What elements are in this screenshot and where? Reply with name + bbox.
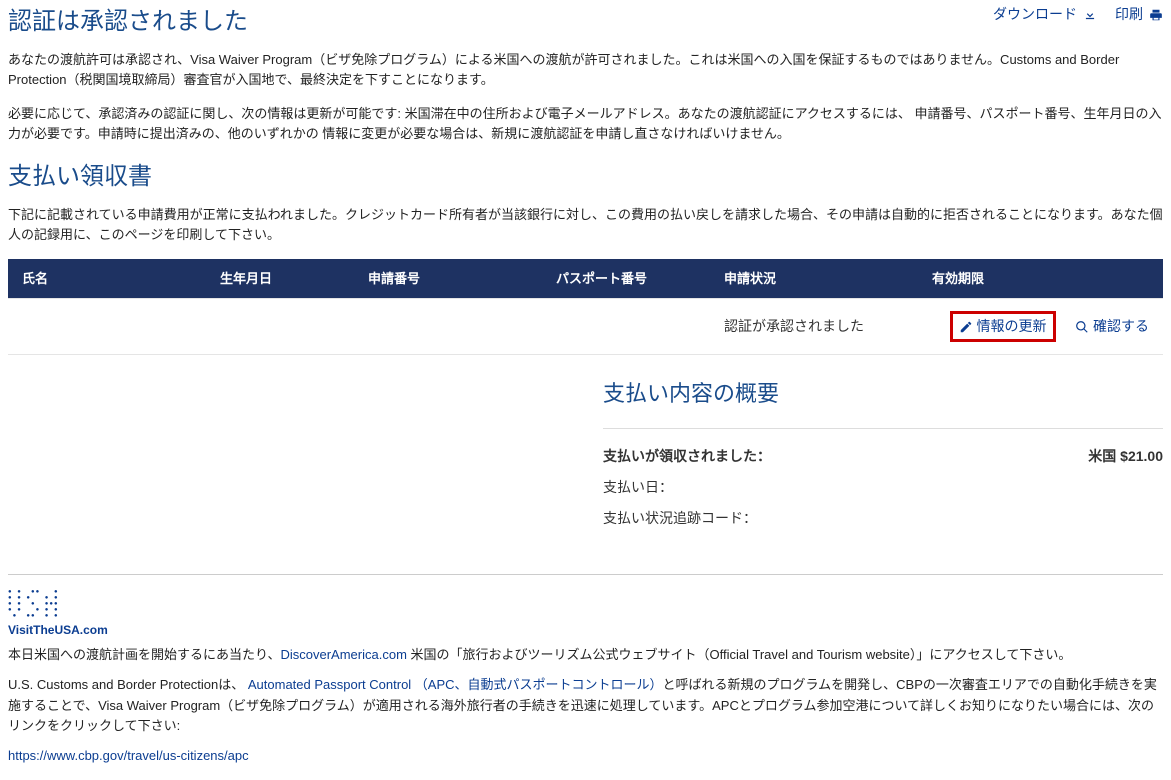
cell-passport [542,299,710,355]
visit-usa-logo[interactable]: ● ● ●● ● ● ● ● ● ● ● ● ● ●●● ● ● ● ● ● ●… [8,589,118,641]
confirm-button[interactable]: 確認する [1075,316,1149,337]
update-info-label: 情報の更新 [977,316,1047,337]
summary-title: 支払い内容の概要 [603,377,1163,410]
print-label: 印刷 [1115,4,1143,25]
logo-caption: VisitTheUSA.com [8,621,118,639]
th-appnum: 申請番号 [354,259,542,299]
auth-title: 認証は承認されました [8,4,1163,40]
auth-paragraph-1: あなたの渡航許可は承認され、Visa Waiver Program（ビザ免除プロ… [8,50,1163,90]
cell-status: 認証が承認されました [710,299,918,355]
apc-url-link[interactable]: https://www.cbp.gov/travel/us-citizens/a… [8,748,249,763]
confirm-label: 確認する [1093,316,1149,337]
footer-paragraph-2: U.S. Customs and Border Protectionは、 Aut… [8,675,1163,735]
cell-appnum [354,299,542,355]
download-label: ダウンロード [993,4,1077,25]
summary-date-label: 支払い日： [603,477,673,498]
th-status: 申請状況 [710,259,918,299]
auth-paragraph-2: 必要に応じて、承認済みの認証に関し、次の情報は更新が可能です: 米国滞在中の住所… [8,104,1163,144]
th-dob: 生年月日 [206,259,354,299]
summary-paid-label: 支払いが領収されました： [603,446,771,467]
download-icon [1083,8,1097,22]
print-action[interactable]: 印刷 [1115,4,1163,25]
footer-paragraph-1: 本日米国への渡航計画を開始するにあ当たり、DiscoverAmerica.com… [8,645,1163,665]
pencil-icon [959,320,973,334]
th-passport: パスポート番号 [542,259,710,299]
discover-america-link[interactable]: DiscoverAmerica.com [280,647,406,662]
summary-paid-amount: 米国 $21.00 [1088,446,1163,467]
receipt-table: 氏名 生年月日 申請番号 パスポート番号 申請状況 有効期限 認証が承認されまし… [8,259,1163,356]
cell-name [8,299,206,355]
receipt-title: 支払い領収書 [8,159,1163,195]
receipt-paragraph: 下記に記載されている申請費用が正常に支払われました。クレジットカード所有者が当該… [8,205,1163,245]
update-info-button[interactable]: 情報の更新 [950,311,1056,342]
cell-dob [206,299,354,355]
divider [8,574,1163,575]
print-icon [1149,8,1163,22]
th-expires: 有効期限 [918,259,1163,299]
apc-description-link[interactable]: Automated Passport Control （APC、自動式パスポート… [248,677,663,692]
payment-summary: 支払い内容の概要 支払いが領収されました： 米国 $21.00 支払い日： 支払… [603,369,1163,534]
search-icon [1075,320,1089,334]
table-row: 認証が承認されました 情報の更新 確認する [8,299,1163,355]
summary-trace-label: 支払い状況追跡コード： [603,508,757,529]
download-action[interactable]: ダウンロード [993,4,1097,25]
th-name: 氏名 [8,259,206,299]
